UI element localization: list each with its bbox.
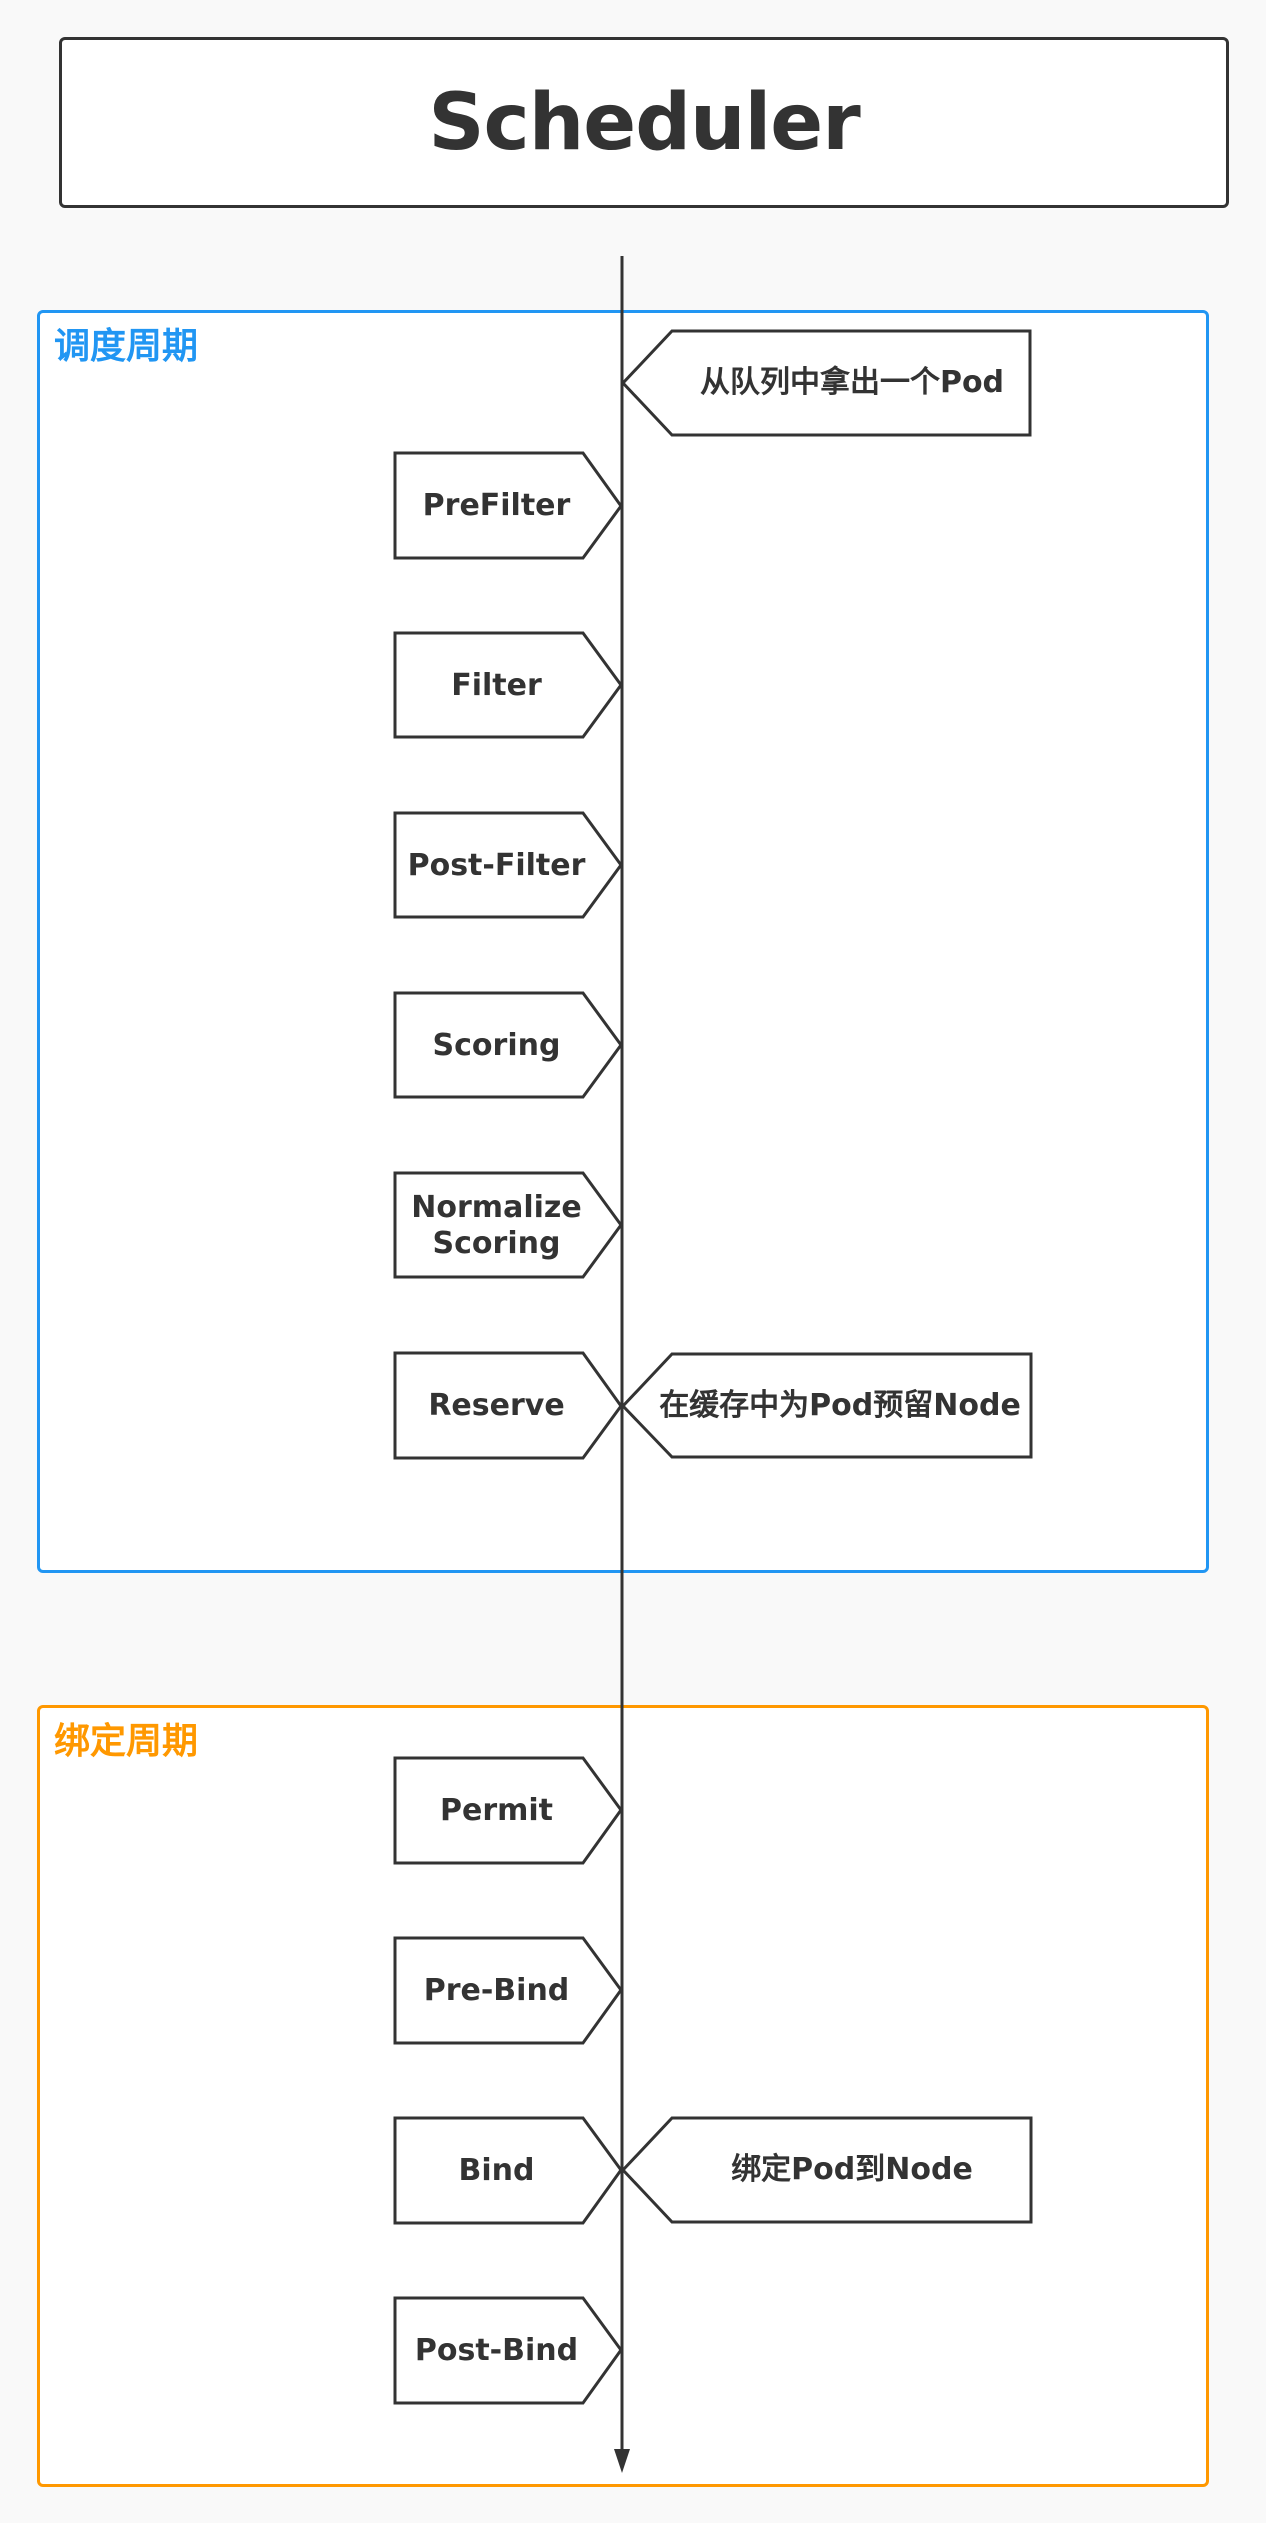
note-label: 在缓存中为Pod预留Node xyxy=(659,1388,1021,1423)
step-filter: Filter xyxy=(395,633,590,739)
step-label: Filter xyxy=(451,668,542,703)
step-pre-bind: Pre-Bind xyxy=(395,1938,590,2044)
note-label: 从队列中拿出一个Pod xyxy=(699,365,1005,400)
binding-cycle-group: 绑定周期 xyxy=(37,1705,1209,2487)
note-reserve: 在缓存中为Pod预留Node xyxy=(648,1354,1032,1458)
step-reserve: Reserve xyxy=(395,1353,590,1459)
step-label: PreFilter xyxy=(422,488,571,523)
binding-cycle-label: 绑定周期 xyxy=(54,1721,199,1762)
step-permit: Permit xyxy=(395,1758,590,1864)
step-label: Post-Bind xyxy=(414,2333,579,2368)
note-label: 绑定Pod到Node xyxy=(731,2152,973,2187)
step-label: Bind xyxy=(458,2153,535,2188)
step-scoring: Scoring xyxy=(395,993,590,1099)
step-label: Scoring xyxy=(432,1028,561,1063)
step-post-bind: Post-Bind xyxy=(395,2298,590,2404)
step-label: Permit xyxy=(439,1793,553,1828)
scheduling-cycle-label: 调度周期 xyxy=(54,326,199,367)
step-post-filter: Post-Filter xyxy=(395,813,590,919)
step-bind: Bind xyxy=(395,2118,590,2224)
step-label: Post-Filter xyxy=(407,848,586,883)
step-prefilter: PreFilter xyxy=(395,453,590,559)
step-normalize-scoring: Normalize Scoring xyxy=(395,1173,590,1279)
scheduler-title-box: Scheduler xyxy=(59,37,1229,208)
scheduling-cycle-group: 调度周期 xyxy=(37,310,1209,1573)
step-label: Pre-Bind xyxy=(423,1973,570,2008)
step-label: Normalize Scoring xyxy=(411,1190,582,1261)
step-label: Reserve xyxy=(428,1388,565,1423)
note-bind: 绑定Pod到Node xyxy=(672,2118,1032,2222)
note-dequeue: 从队列中拿出一个Pod xyxy=(672,331,1032,435)
diagram-title: Scheduler xyxy=(428,77,860,168)
